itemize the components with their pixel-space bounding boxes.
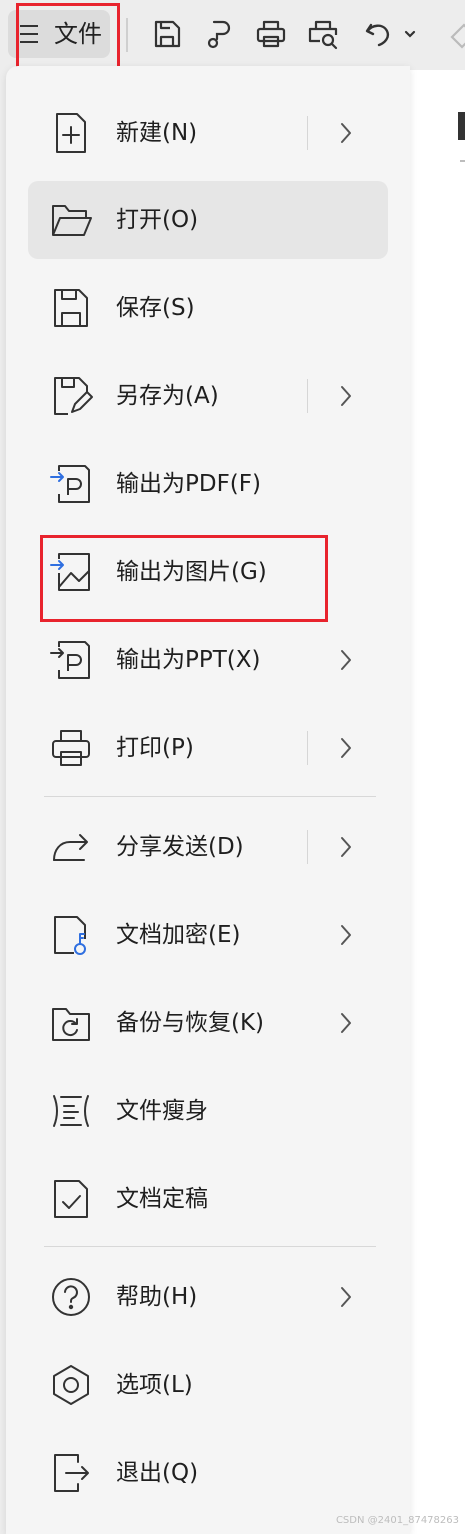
- save-as-icon: [48, 373, 94, 419]
- open-folder-icon: [48, 197, 94, 243]
- chevron-right-icon[interactable]: [338, 922, 354, 948]
- encrypt-icon: [48, 912, 94, 958]
- document-line: [460, 160, 465, 162]
- exit-icon: [48, 1450, 94, 1496]
- menu-item-new[interactable]: 新建(N): [28, 94, 388, 172]
- undo-dropdown-icon[interactable]: [400, 17, 420, 51]
- help-icon: [48, 1274, 94, 1320]
- menu-item-label: 保存(S): [116, 295, 195, 321]
- watermark: CSDN @2401_87478263: [335, 1515, 459, 1526]
- top-toolbar: 文件: [0, 0, 465, 70]
- chevron-right-icon[interactable]: [338, 834, 354, 860]
- menu-item-export-ppt[interactable]: 输出为PPT(X): [28, 621, 388, 699]
- menu-item-label: 打开(O): [116, 207, 199, 233]
- menu-item-label: 帮助(H): [116, 1284, 198, 1310]
- menu-item-label: 输出为PDF(F): [116, 471, 261, 497]
- submenu-separator: [307, 116, 308, 150]
- print-icon: [48, 725, 94, 771]
- submenu-separator: [307, 830, 308, 864]
- chevron-right-icon[interactable]: [338, 1010, 354, 1036]
- export-pdf-icon: [48, 461, 94, 507]
- chevron-right-icon[interactable]: [338, 1284, 354, 1310]
- document-text-fragment: [458, 112, 465, 140]
- menu-item-label: 退出(Q): [116, 1460, 199, 1486]
- save-icon: [48, 285, 94, 331]
- export-image-icon: [48, 549, 94, 595]
- menu-item-finalize[interactable]: 文档定稿: [28, 1160, 388, 1238]
- menu-item-label: 新建(N): [116, 120, 198, 146]
- menu-divider: [44, 1246, 376, 1247]
- menu-item-label: 另存为(A): [116, 383, 219, 409]
- options-icon: [48, 1362, 94, 1408]
- menu-item-label: 文件瘦身: [116, 1098, 208, 1124]
- menu-item-export-pdf[interactable]: 输出为PDF(F): [28, 445, 388, 523]
- clear-format-icon[interactable]: [446, 17, 465, 51]
- menu-item-label: 备份与恢复(K): [116, 1010, 265, 1036]
- menu-item-label: 输出为PPT(X): [116, 647, 261, 673]
- menu-item-exit[interactable]: 退出(Q): [28, 1434, 388, 1512]
- save-icon[interactable]: [150, 17, 184, 51]
- menu-item-open[interactable]: 打开(O): [28, 181, 388, 259]
- undo-icon[interactable]: [362, 17, 396, 51]
- export-ppt-icon: [48, 637, 94, 683]
- chevron-right-icon[interactable]: [338, 120, 354, 146]
- print-preview-icon[interactable]: [306, 17, 340, 51]
- file-menu-button[interactable]: 文件: [8, 10, 110, 58]
- format-brush-icon[interactable]: [202, 17, 236, 51]
- menu-item-share-send[interactable]: 分享发送(D): [28, 808, 388, 886]
- file-menu-label: 文件: [54, 20, 102, 48]
- menu-item-label: 打印(P): [116, 735, 194, 761]
- toolbar-separator: [126, 18, 128, 52]
- share-icon: [48, 824, 94, 870]
- slim-file-icon: [48, 1088, 94, 1134]
- hamburger-icon: [20, 25, 38, 43]
- finalize-icon: [48, 1176, 94, 1222]
- menu-item-print[interactable]: 打印(P): [28, 709, 388, 787]
- submenu-separator: [307, 731, 308, 765]
- file-menu-panel: 新建(N) 打开(O) 保存(S) 另存为(A) 输出为PDF(F) 输出为图片…: [6, 66, 410, 1534]
- menu-item-label: 文档加密(E): [116, 922, 241, 948]
- menu-item-label: 文档定稿: [116, 1186, 208, 1212]
- submenu-separator: [307, 379, 308, 413]
- chevron-right-icon[interactable]: [338, 383, 354, 409]
- chevron-right-icon[interactable]: [338, 647, 354, 673]
- document-area: [410, 70, 465, 1534]
- menu-item-label: 选项(L): [116, 1372, 193, 1398]
- menu-divider: [44, 796, 376, 797]
- menu-item-options[interactable]: 选项(L): [28, 1346, 388, 1424]
- backup-restore-icon: [48, 1000, 94, 1046]
- menu-item-backup-restore[interactable]: 备份与恢复(K): [28, 984, 388, 1062]
- menu-item-save[interactable]: 保存(S): [28, 269, 388, 347]
- print-icon[interactable]: [254, 17, 288, 51]
- menu-item-save-as[interactable]: 另存为(A): [28, 357, 388, 435]
- menu-item-help[interactable]: 帮助(H): [28, 1258, 388, 1336]
- menu-item-label: 输出为图片(G): [116, 559, 267, 585]
- new-file-icon: [48, 110, 94, 156]
- chevron-right-icon[interactable]: [338, 735, 354, 761]
- menu-item-label: 分享发送(D): [116, 834, 244, 860]
- menu-item-encrypt[interactable]: 文档加密(E): [28, 896, 388, 974]
- menu-item-export-image[interactable]: 输出为图片(G): [28, 533, 388, 611]
- menu-item-slim-file[interactable]: 文件瘦身: [28, 1072, 388, 1150]
